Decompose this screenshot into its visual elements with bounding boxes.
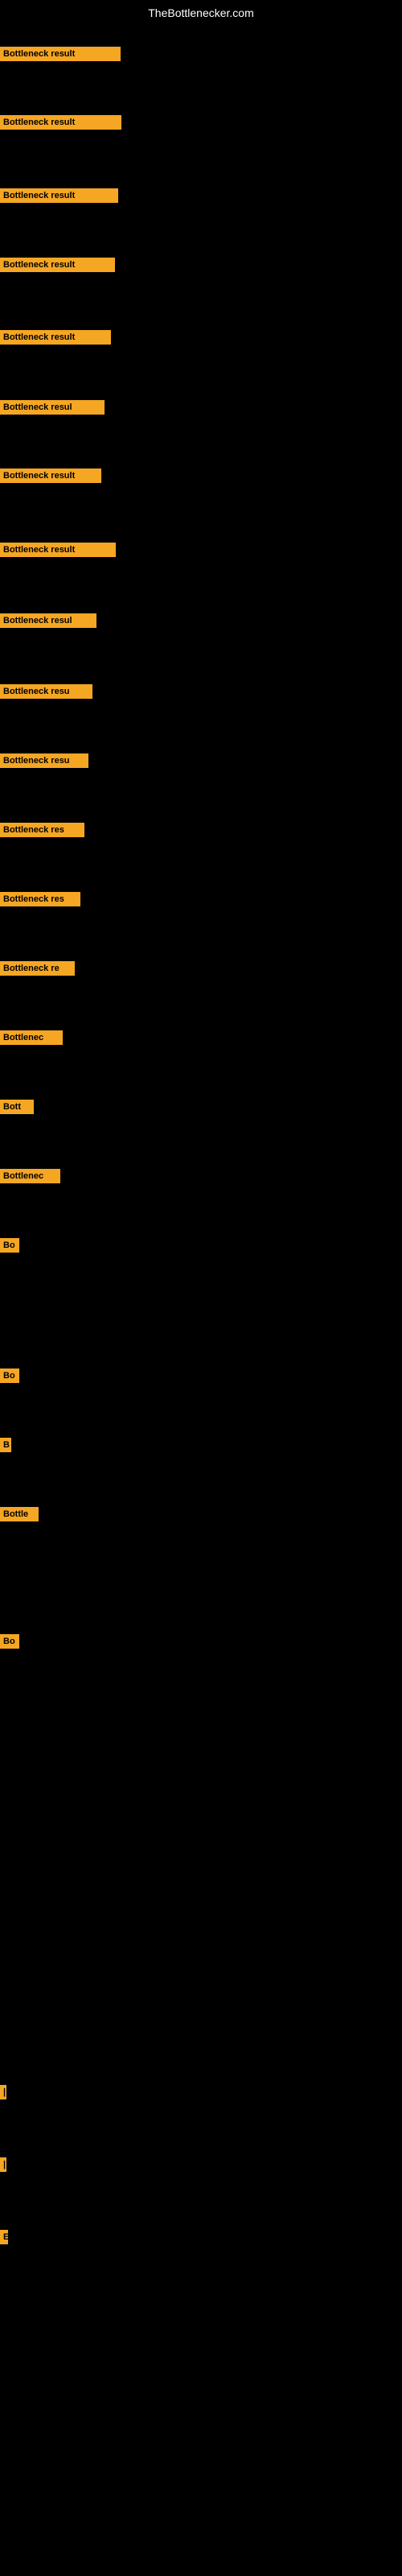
- bottleneck-result-badge: Bottleneck res: [0, 892, 80, 906]
- bottleneck-result-badge: B: [0, 1438, 11, 1452]
- bottleneck-result-badge: Bo: [0, 1368, 19, 1383]
- bottleneck-result-badge: Bottlenec: [0, 1030, 63, 1045]
- bottleneck-result-badge: |: [0, 2085, 6, 2099]
- bottleneck-result-badge: Bottleneck resu: [0, 684, 92, 699]
- bottleneck-result-badge: Bottlenec: [0, 1169, 60, 1183]
- bottleneck-result-badge: Bottleneck result: [0, 115, 121, 130]
- bottleneck-result-badge: Bott: [0, 1100, 34, 1114]
- bottleneck-result-badge: Bottleneck res: [0, 823, 84, 837]
- bottleneck-result-badge: Bottleneck resul: [0, 400, 105, 415]
- bottleneck-result-badge: Bottleneck result: [0, 47, 121, 61]
- bottleneck-result-badge: Bo: [0, 1634, 19, 1649]
- bottleneck-result-badge: Bottleneck resu: [0, 753, 88, 768]
- bottleneck-result-badge: Bottleneck resul: [0, 613, 96, 628]
- bottleneck-result-badge: Bottleneck re: [0, 961, 75, 976]
- bottleneck-result-badge: Bo: [0, 1238, 19, 1253]
- site-title: TheBottlenecker.com: [0, 6, 402, 19]
- bottleneck-result-badge: |: [0, 2157, 6, 2172]
- bottleneck-result-badge: Bottleneck result: [0, 330, 111, 345]
- bottleneck-result-badge: Bottleneck result: [0, 543, 116, 557]
- bottleneck-result-badge: Bottleneck result: [0, 469, 101, 483]
- bottleneck-result-badge: Bottle: [0, 1507, 39, 1521]
- bottleneck-result-badge: Bottleneck result: [0, 258, 115, 272]
- bottleneck-result-badge: E: [0, 2230, 8, 2244]
- bottleneck-result-badge: Bottleneck result: [0, 188, 118, 203]
